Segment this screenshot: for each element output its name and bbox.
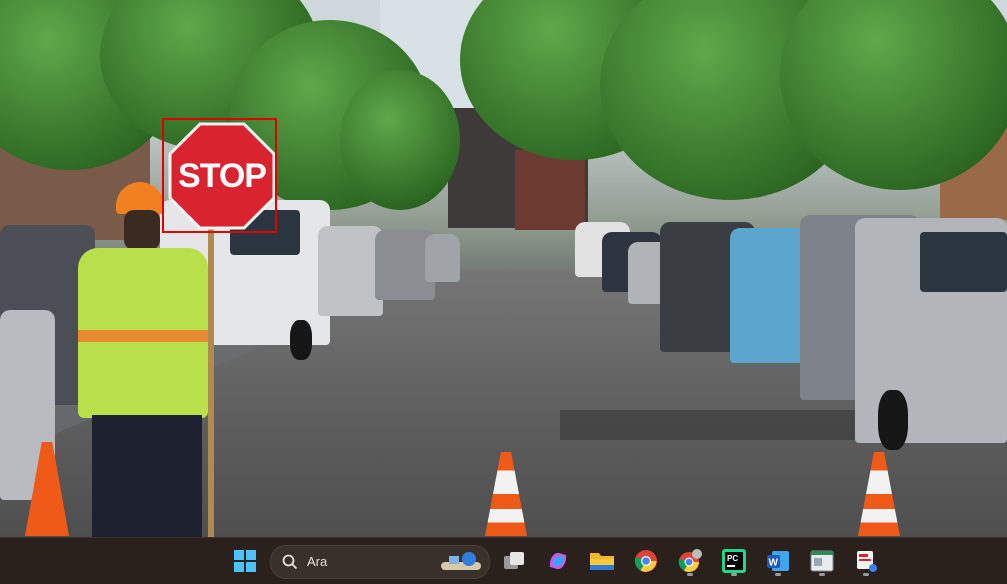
chrome-button[interactable]	[629, 544, 663, 578]
running-indicator	[819, 573, 825, 576]
copilot-icon	[549, 552, 567, 570]
snipping-tool-icon	[857, 551, 877, 572]
tree	[340, 70, 460, 210]
folder-icon	[590, 553, 614, 570]
svg-text:PC: PC	[727, 554, 738, 563]
start-button[interactable]	[228, 544, 262, 578]
pycharm-button[interactable]: PC	[717, 544, 751, 578]
search-icon	[282, 554, 298, 570]
parked-car	[318, 226, 383, 316]
svg-text:W: W	[769, 558, 779, 569]
red-house	[515, 150, 585, 230]
pycharm-icon: PC	[722, 549, 746, 573]
app-window-icon	[810, 550, 834, 572]
running-indicator	[731, 573, 737, 576]
app-window-button[interactable]	[805, 544, 839, 578]
parked-car	[425, 234, 460, 282]
task-view-icon	[504, 552, 524, 569]
file-explorer-button[interactable]	[585, 544, 619, 578]
running-indicator	[863, 573, 869, 576]
suv-window	[920, 232, 1007, 292]
running-indicator	[687, 573, 693, 576]
selection-box	[162, 118, 277, 233]
search-box[interactable]: Ara	[270, 545, 490, 579]
running-indicator	[775, 573, 781, 576]
wheel	[878, 390, 908, 450]
street-photo: STOP	[0, 0, 1007, 537]
task-view-button[interactable]	[497, 544, 531, 578]
chrome-profile-button[interactable]	[673, 544, 707, 578]
chrome-icon	[634, 550, 657, 572]
snipping-tool-button[interactable]	[849, 544, 883, 578]
search-placeholder: Ara	[307, 554, 328, 569]
copilot-button[interactable]	[541, 544, 575, 578]
wheel	[290, 320, 312, 360]
vest-stripe	[78, 330, 208, 342]
sign-pole	[208, 200, 214, 537]
worker-face	[124, 210, 160, 250]
worker-legs	[92, 415, 202, 537]
word-icon: W	[767, 551, 789, 571]
windows-logo-icon	[234, 550, 256, 572]
search-highlight-icon	[441, 552, 481, 570]
taskbar: Ara PC W	[0, 537, 1007, 584]
chrome-profile-icon	[678, 549, 702, 572]
word-button[interactable]: W	[761, 544, 795, 578]
